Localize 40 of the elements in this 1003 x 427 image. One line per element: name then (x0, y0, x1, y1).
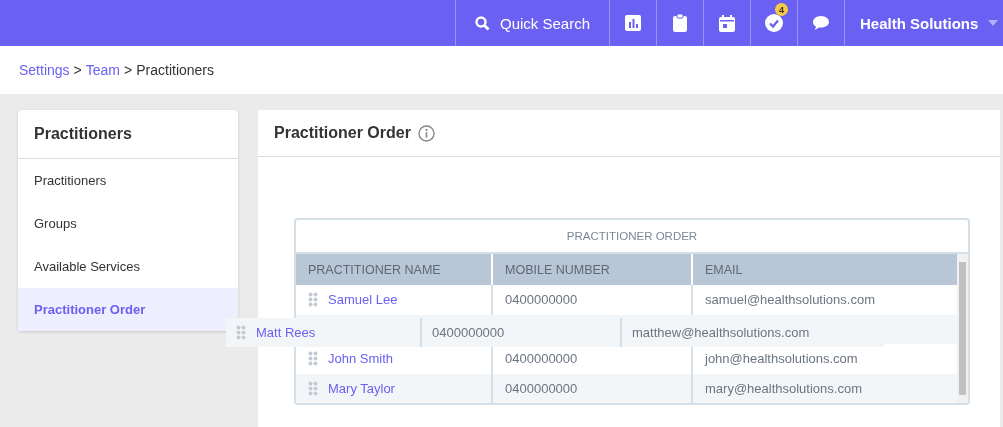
drag-handle-icon[interactable] (308, 292, 318, 308)
bar-chart-icon (625, 15, 641, 31)
column-header: EMAIL (704, 261, 744, 279)
drag-handle-icon[interactable] (236, 325, 246, 340)
check-circle-icon (765, 14, 783, 32)
breadcrumb-text: > (124, 62, 133, 78)
table-cell: 0400000000 (422, 318, 622, 347)
column-header: PRACTITIONER NAME (296, 254, 493, 285)
sidebar-item[interactable]: Groups (18, 202, 238, 245)
dragged-row[interactable]: Matt Rees 0400000000 matthew@healthsolutions.com (226, 318, 884, 347)
table-caption: PRACTITIONER ORDER (566, 230, 698, 242)
table-cell-text: mary@healthsolutions.com (704, 379, 863, 398)
chat-icon (812, 15, 830, 31)
breadcrumb-text: > (73, 62, 82, 78)
breadcrumb-text: Practitioners (136, 62, 214, 78)
clipboard-icon (673, 14, 687, 32)
column-header: MOBILE NUMBER (493, 254, 693, 285)
table-cell-text: samuel@healthsolutions.com (704, 291, 876, 310)
table-cell-text: john@healthsolutions.com (703, 350, 859, 369)
sidebar-item[interactable]: Available Services (18, 245, 238, 288)
page-title: Practitioner Order (274, 124, 411, 142)
sidebar-item[interactable]: Practitioner Order (18, 288, 238, 331)
drag-handle-icon[interactable] (308, 380, 318, 396)
table-cell-text: matthew@healthsolutions.com (631, 324, 811, 342)
info-icon[interactable] (417, 124, 435, 142)
scrollbar[interactable] (957, 254, 968, 403)
search-icon (474, 15, 490, 31)
drag-handle-icon[interactable] (308, 351, 318, 367)
table-cell: 0400000000 (493, 373, 693, 403)
sidebar-title: Practitioners (34, 125, 132, 143)
practitioner-name-link[interactable]: Samuel Lee (328, 292, 398, 308)
practitioner-name-link[interactable]: Matt Rees (256, 325, 316, 340)
caret-icon (988, 20, 999, 26)
breadcrumb-link[interactable]: Settings (19, 62, 70, 78)
calendar-icon (719, 14, 735, 32)
breadcrumb-link[interactable]: Team (85, 62, 120, 78)
sidebar-item[interactable]: Practitioners (18, 159, 238, 202)
notification-badge: 4 (775, 3, 788, 16)
practitioner-name-link[interactable]: Mary Taylor (328, 380, 395, 396)
practitioner-name-link[interactable]: John Smith (328, 351, 394, 367)
